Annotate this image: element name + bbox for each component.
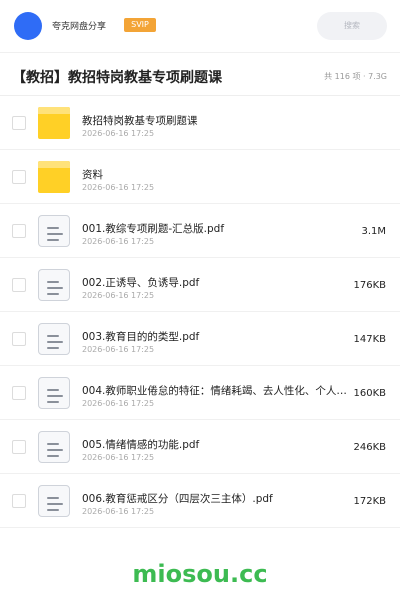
row-checkbox[interactable]	[12, 170, 26, 184]
file-row[interactable]: 003.教育目的的类型.pdf 2026-06-16 17:25 147KB	[0, 312, 400, 366]
file-date: 2026-06-16 17:25	[82, 183, 155, 192]
file-date: 2026-06-16 17:25	[82, 291, 155, 300]
file-date: 2026-06-16 17:25	[82, 129, 155, 138]
file-row[interactable]: 004.教师职业倦怠的特征：情绪耗竭、去人性化、个人成就感降低.pdf 2026…	[0, 366, 400, 420]
row-checkbox[interactable]	[12, 224, 26, 238]
file-date: 2026-06-16 17:25	[82, 237, 155, 246]
row-checkbox[interactable]	[12, 440, 26, 454]
file-size: 172KB	[353, 496, 386, 507]
file-size: 246KB	[353, 442, 386, 453]
row-checkbox[interactable]	[12, 116, 26, 130]
file-row[interactable]: 002.正诱导、负诱导.pdf 2026-06-16 17:25 176KB	[0, 258, 400, 312]
file-size: 147KB	[353, 334, 386, 345]
search-input[interactable]: 搜索	[317, 12, 387, 40]
item-summary: 共 116 项 · 7.3G	[324, 72, 387, 81]
share-owner-name: 夸克网盘分享	[52, 22, 107, 32]
file-row[interactable]: 资料 2026-06-16 17:25	[0, 150, 400, 204]
file-row[interactable]: 006.教育惩戒区分（四层次三主体）.pdf 2026-06-16 17:25 …	[0, 474, 400, 528]
avatar[interactable]	[14, 12, 42, 40]
file-name: 002.正诱导、负诱导.pdf	[82, 277, 200, 289]
file-row[interactable]: 教招特岗教基专项刷题课 2026-06-16 17:25	[0, 96, 400, 150]
folder-title-bar: 【教招】教招特岗教基专项刷题课 共 116 项 · 7.3G	[0, 52, 400, 96]
row-checkbox[interactable]	[12, 494, 26, 508]
document-icon	[38, 485, 70, 517]
file-name: 004.教师职业倦怠的特征：情绪耗竭、去人性化、个人成就感降低.pdf	[82, 385, 350, 397]
file-name: 001.教综专项刷题-汇总版.pdf	[82, 223, 225, 235]
file-size: 3.1M	[361, 226, 386, 237]
share-header: 夸克网盘分享 SVIP 搜索	[0, 0, 400, 52]
file-date: 2026-06-16 17:25	[82, 507, 155, 516]
folder-icon	[38, 107, 70, 139]
site-watermark: miosou.cc	[132, 560, 268, 588]
document-icon	[38, 269, 70, 301]
document-icon	[38, 323, 70, 355]
row-checkbox[interactable]	[12, 278, 26, 292]
file-row[interactable]: 001.教综专项刷题-汇总版.pdf 2026-06-16 17:25 3.1M	[0, 204, 400, 258]
file-list: 教招特岗教基专项刷题课 2026-06-16 17:25 资料 2026-06-…	[0, 96, 400, 528]
document-icon	[38, 431, 70, 463]
file-name: 资料	[82, 169, 103, 181]
file-date: 2026-06-16 17:25	[82, 453, 155, 462]
file-size: 160KB	[353, 388, 386, 399]
svip-badge: SVIP	[124, 18, 156, 32]
row-checkbox[interactable]	[12, 332, 26, 346]
file-date: 2026-06-16 17:25	[82, 399, 155, 408]
file-row[interactable]: 005.情绪情感的功能.pdf 2026-06-16 17:25 246KB	[0, 420, 400, 474]
file-name: 教招特岗教基专项刷题课	[82, 115, 198, 127]
file-name: 006.教育惩戒区分（四层次三主体）.pdf	[82, 493, 273, 505]
row-checkbox[interactable]	[12, 386, 26, 400]
page-title: 【教招】教招特岗教基专项刷题课	[12, 70, 222, 86]
file-date: 2026-06-16 17:25	[82, 345, 155, 354]
folder-icon	[38, 161, 70, 193]
file-name: 003.教育目的的类型.pdf	[82, 331, 200, 343]
document-icon	[38, 215, 70, 247]
file-name: 005.情绪情感的功能.pdf	[82, 439, 200, 451]
file-size: 176KB	[353, 280, 386, 291]
document-icon	[38, 377, 70, 409]
